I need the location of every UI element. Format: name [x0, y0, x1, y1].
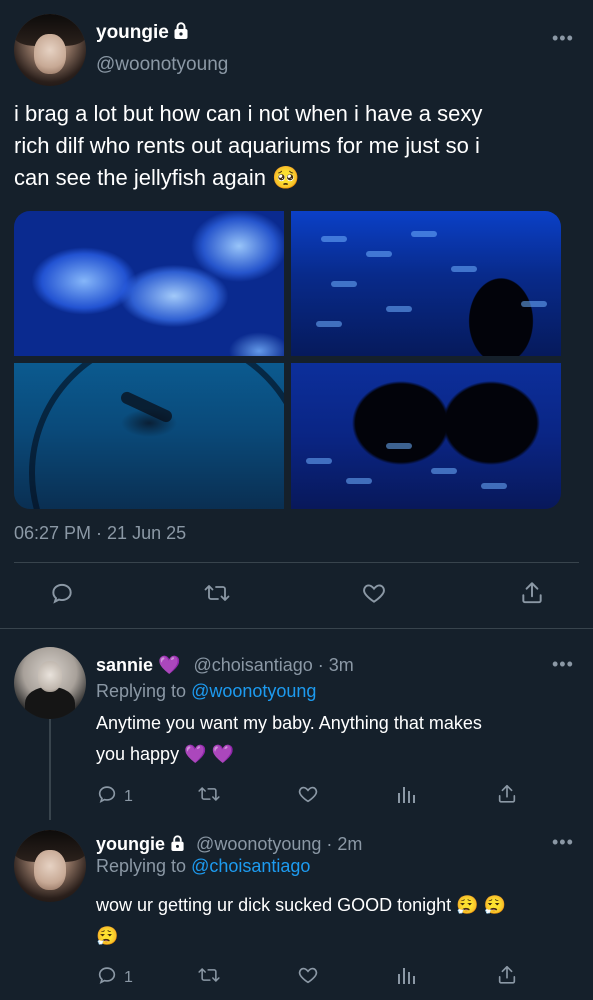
retweet-button[interactable]	[203, 580, 231, 611]
retweet-icon	[203, 580, 231, 611]
media-image-jellyfish[interactable]	[14, 211, 284, 356]
comment-icon	[96, 783, 118, 810]
replying-to-handle[interactable]: @choisantiago	[191, 856, 310, 876]
media-image-shark-tunnel[interactable]	[14, 363, 284, 509]
main-display-name: youngie	[96, 22, 169, 43]
reply-text-line: Anytime you want my baby. Anything that …	[96, 713, 482, 733]
reply-count: 1	[124, 787, 133, 805]
reply-button[interactable]: 1	[96, 783, 133, 810]
reply-text-line: you happy 💜 💜	[96, 744, 234, 764]
replying-to-label: Replying to	[96, 681, 187, 701]
views-button[interactable]	[397, 783, 417, 810]
reply-header: youngie @woonotyoung · 2m	[96, 834, 362, 857]
like-button[interactable]	[297, 964, 319, 991]
main-tweet-line: i brag a lot but how can i not when i ha…	[14, 101, 483, 126]
reply-display-name[interactable]: sannie 💜	[96, 655, 180, 675]
media-image-fish-tank[interactable]	[291, 211, 561, 356]
more-icon[interactable]: •••	[552, 832, 574, 853]
heart-icon	[297, 783, 319, 810]
replying-to-handle[interactable]: @woonotyoung	[191, 681, 316, 701]
retweet-icon	[197, 783, 221, 810]
reply-handle-time[interactable]: @woonotyoung · 2m	[196, 834, 362, 854]
share-icon	[519, 580, 545, 611]
main-action-bar	[0, 580, 593, 610]
divider	[14, 562, 579, 563]
reply-text: wow ur getting ur dick sucked GOOD tonig…	[96, 890, 576, 952]
more-icon[interactable]: •••	[552, 654, 574, 675]
reply-text: Anytime you want my baby. Anything that …	[96, 708, 576, 770]
reply-text-line: wow ur getting ur dick sucked GOOD tonig…	[96, 895, 506, 915]
share-button[interactable]	[496, 783, 518, 810]
divider	[0, 628, 593, 629]
share-button[interactable]	[519, 580, 545, 611]
retweet-icon	[197, 964, 221, 991]
comment-icon	[96, 964, 118, 991]
reply-count: 1	[124, 968, 133, 986]
reply-avatar[interactable]	[14, 830, 86, 902]
bar-chart-icon	[397, 783, 417, 810]
reply-handle-time[interactable]: @choisantiago · 3m	[193, 655, 353, 675]
main-timestamp[interactable]: 06:27 PM · 21 Jun 25	[14, 523, 186, 544]
replying-to: Replying to @choisantiago	[96, 856, 310, 877]
reply-action-bar: 1	[0, 964, 593, 990]
like-button[interactable]	[361, 580, 387, 611]
views-button[interactable]	[397, 964, 417, 991]
share-button[interactable]	[496, 964, 518, 991]
reply-button[interactable]	[49, 580, 75, 611]
media-grid[interactable]	[14, 211, 561, 509]
main-avatar[interactable]	[14, 14, 86, 86]
main-tweet-line: can see the jellyfish again 🥺	[14, 165, 300, 190]
reply-button[interactable]: 1	[96, 964, 133, 991]
reply-action-bar: 1	[0, 783, 593, 809]
share-icon	[496, 964, 518, 991]
main-tweet-line: rich dilf who rents out aquariums for me…	[14, 133, 480, 158]
heart-icon	[361, 580, 387, 611]
reply-header: sannie 💜 @choisantiago · 3m	[96, 655, 354, 676]
retweet-button[interactable]	[197, 964, 221, 991]
lock-icon	[170, 835, 185, 857]
media-image-heart-hands[interactable]	[291, 363, 561, 509]
retweet-button[interactable]	[197, 783, 221, 810]
reply-avatar[interactable]	[14, 647, 86, 719]
main-tweet-text: i brag a lot but how can i not when i ha…	[14, 98, 584, 194]
share-icon	[496, 783, 518, 810]
heart-icon	[297, 964, 319, 991]
like-button[interactable]	[297, 783, 319, 810]
replying-to-label: Replying to	[96, 856, 187, 876]
main-author[interactable]: youngie	[96, 22, 189, 45]
main-handle[interactable]: @woonotyoung	[96, 54, 228, 76]
reply-display-name[interactable]: youngie	[96, 834, 165, 854]
bar-chart-icon	[397, 964, 417, 991]
more-icon[interactable]: •••	[552, 28, 574, 49]
lock-icon	[173, 22, 189, 45]
reply-text-line: 😮‍💨	[96, 926, 119, 946]
comment-icon	[49, 580, 75, 611]
replying-to: Replying to @woonotyoung	[96, 681, 316, 702]
